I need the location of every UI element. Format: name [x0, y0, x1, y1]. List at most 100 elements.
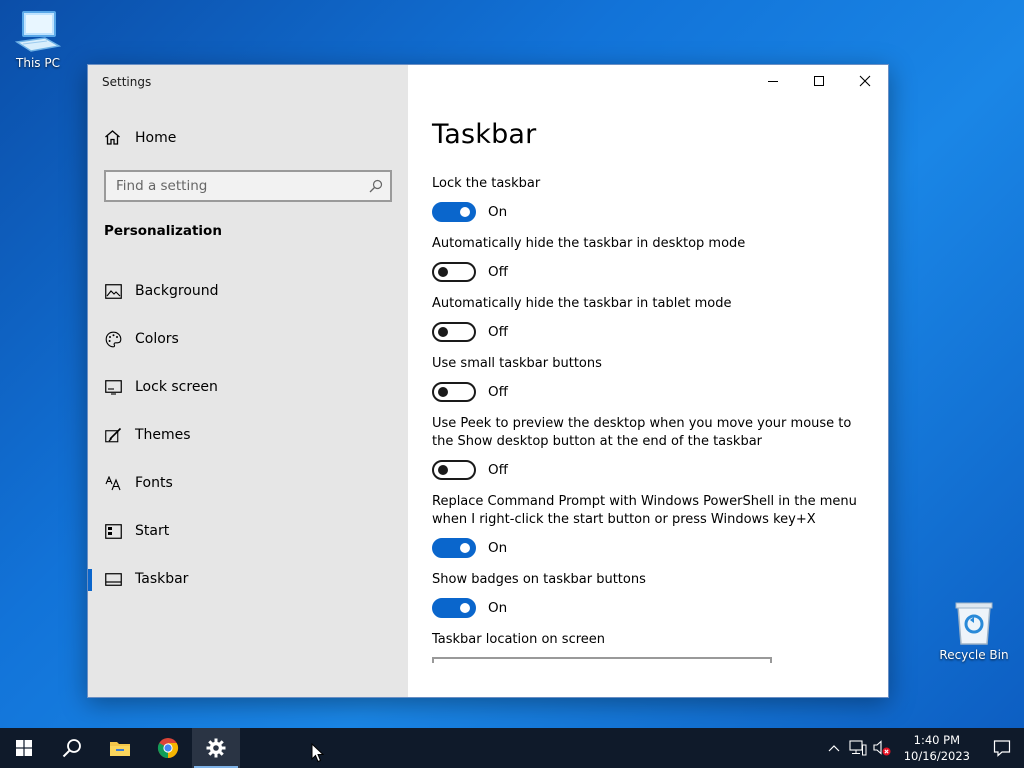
chevron-up-icon [828, 745, 840, 752]
minimize-icon [768, 81, 778, 82]
nav-item-start[interactable]: Start [88, 507, 408, 555]
nav-item-label: Lock screen [135, 379, 218, 395]
volume-button[interactable] [870, 728, 894, 768]
setting-autohide-desktop: Automatically hide the taskbar in deskto… [432, 235, 872, 282]
network-button[interactable] [846, 728, 870, 768]
nav-item-label: Taskbar [135, 571, 189, 587]
chrome-button[interactable] [144, 728, 192, 768]
peek-toggle[interactable] [432, 460, 476, 480]
folder-icon [110, 742, 130, 756]
setting-label: Lock the taskbar [432, 176, 541, 191]
toggle-state: Off [488, 462, 508, 478]
this-pc-desktop-icon[interactable]: This PC [2, 8, 74, 70]
start-grid-icon [104, 522, 122, 540]
window-title: Settings [102, 75, 152, 89]
nav-item-lock-screen[interactable]: Lock screen [88, 363, 408, 411]
section-heading: Personalization [104, 223, 222, 239]
setting-label: Automatically hide the taskbar in deskto… [432, 236, 746, 251]
clock-date: 10/16/2023 [903, 749, 970, 763]
recycle-bin-label: Recycle Bin [939, 648, 1009, 662]
search-taskbar-button[interactable] [48, 728, 96, 768]
taskbar-location-dropdown[interactable] [432, 657, 772, 663]
window-controls [750, 65, 888, 97]
windows-logo-icon [16, 740, 32, 756]
lock-screen-icon [104, 378, 122, 396]
personalization-nav: Background Colors Lock screen Themes Fon… [88, 267, 408, 603]
lock-taskbar-toggle[interactable] [432, 202, 476, 222]
close-button[interactable] [842, 65, 888, 97]
taskbar-icon [104, 570, 122, 588]
font-icon [104, 474, 122, 492]
home-label: Home [135, 129, 177, 146]
brush-icon [104, 426, 122, 444]
settings-window: Settings Home Personalization [87, 64, 889, 698]
toggle-state: On [488, 204, 508, 220]
clock[interactable]: 1:40 PM 10/16/2023 [894, 732, 980, 764]
windows-taskbar: 1:40 PM 10/16/2023 [0, 728, 1024, 768]
autohide-tablet-toggle[interactable] [432, 322, 476, 342]
nav-item-colors[interactable]: Colors [88, 315, 408, 363]
setting-small-buttons: Use small taskbar buttons Off [432, 355, 872, 402]
nav-item-taskbar[interactable]: Taskbar [88, 555, 408, 603]
setting-label: Automatically hide the taskbar in tablet… [432, 296, 732, 311]
setting-lock-taskbar: Lock the taskbar On [432, 175, 872, 222]
setting-label: Show badges on taskbar buttons [432, 572, 646, 587]
powershell-toggle[interactable] [432, 538, 476, 558]
setting-badges: Show badges on taskbar buttons On [432, 571, 872, 618]
toggle-state: On [488, 600, 508, 616]
search-icon[interactable] [362, 179, 390, 193]
mouse-cursor-icon [311, 743, 325, 763]
taskbar-settings-list: Lock the taskbar On Automatically hide t… [432, 175, 872, 676]
search-input[interactable] [106, 178, 362, 194]
system-tray: 1:40 PM 10/16/2023 [822, 728, 1024, 768]
setting-label: Replace Command Prompt with Windows Powe… [432, 494, 857, 527]
maximize-button[interactable] [796, 65, 842, 97]
recycle-bin-icon [955, 602, 993, 645]
gear-icon [206, 738, 226, 758]
nav-item-fonts[interactable]: Fonts [88, 459, 408, 507]
search-box [104, 170, 392, 202]
nav-item-label: Background [135, 283, 219, 299]
home-nav-item[interactable]: Home [104, 129, 176, 146]
toggle-state: Off [488, 384, 508, 400]
speaker-muted-icon [873, 740, 891, 756]
settings-taskbar-button[interactable] [192, 728, 240, 768]
clock-time: 1:40 PM [913, 733, 961, 747]
setting-location: Taskbar location on screen [432, 631, 872, 663]
settings-content: Taskbar Lock the taskbar On Automaticall… [408, 65, 888, 697]
nav-item-background[interactable]: Background [88, 267, 408, 315]
search-icon [62, 739, 81, 758]
toggle-state: Off [488, 324, 508, 340]
palette-icon [104, 330, 122, 348]
maximize-icon [814, 76, 824, 86]
start-button[interactable] [0, 728, 48, 768]
badges-toggle[interactable] [432, 598, 476, 618]
minimize-button[interactable] [750, 65, 796, 97]
autohide-desktop-toggle[interactable] [432, 262, 476, 282]
toggle-state: On [488, 540, 508, 556]
recycle-bin-desktop-icon[interactable]: Recycle Bin [938, 600, 1010, 662]
nav-item-themes[interactable]: Themes [88, 411, 408, 459]
setting-autohide-tablet: Automatically hide the taskbar in tablet… [432, 295, 872, 342]
show-hidden-icons-button[interactable] [822, 728, 846, 768]
setting-peek: Use Peek to preview the desktop when you… [432, 415, 872, 480]
network-icon [849, 740, 867, 756]
close-icon [859, 75, 871, 87]
nav-item-label: Colors [135, 331, 179, 347]
small-buttons-toggle[interactable] [432, 382, 476, 402]
page-title: Taskbar [432, 119, 537, 150]
toggle-state: Off [488, 264, 508, 280]
this-pc-label: This PC [16, 56, 60, 70]
file-explorer-button[interactable] [96, 728, 144, 768]
setting-label: Use small taskbar buttons [432, 356, 602, 371]
settings-sidebar: Settings Home Personalization [88, 65, 408, 697]
home-icon [105, 130, 120, 145]
action-center-button[interactable] [980, 728, 1024, 768]
setting-label: Taskbar location on screen [432, 632, 606, 647]
nav-item-label: Start [135, 523, 170, 539]
picture-icon [104, 282, 122, 300]
nav-item-label: Fonts [135, 475, 173, 491]
notification-icon [993, 740, 1011, 757]
computer-icon [15, 11, 61, 52]
setting-powershell: Replace Command Prompt with Windows Powe… [432, 493, 872, 558]
